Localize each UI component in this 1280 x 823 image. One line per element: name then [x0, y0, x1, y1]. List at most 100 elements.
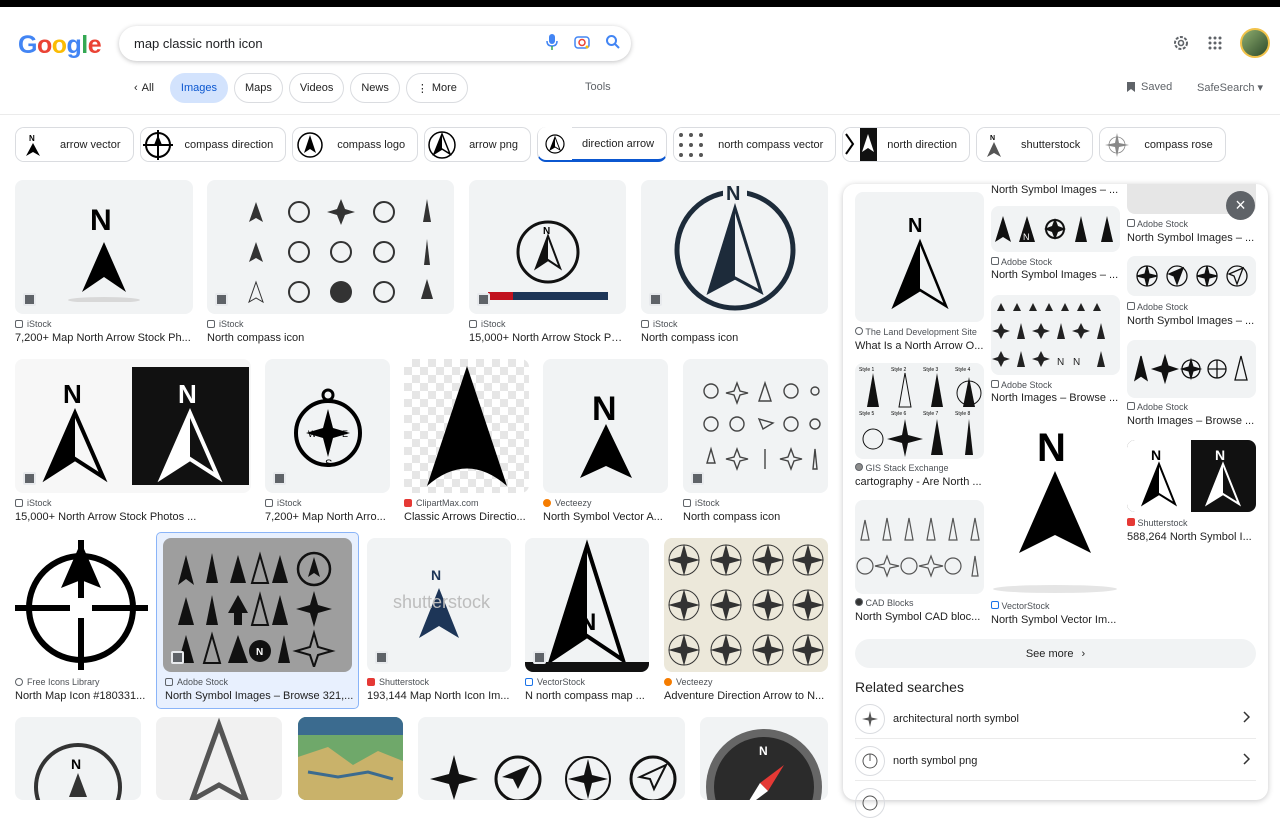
panel-image[interactable]: NN [1127, 440, 1256, 512]
panel-title[interactable]: North Symbol Images – ... [991, 269, 1120, 281]
panel-image[interactable]: N [991, 206, 1120, 252]
panel-title[interactable]: North Images – Browse ... [1127, 415, 1256, 427]
result-title[interactable]: Adventure Direction Arrow to N... [664, 690, 828, 702]
tools-button[interactable]: Tools [585, 81, 611, 93]
panel-title[interactable]: North Images – Browse ... [991, 392, 1120, 404]
chip-north-compass-vector[interactable]: north compass vector [673, 127, 837, 162]
tab-maps[interactable]: Maps [233, 73, 283, 103]
result-title[interactable]: North compass icon [207, 332, 454, 344]
result-card[interactable] [298, 717, 403, 800]
panel-title[interactable]: 588,264 North Symbol I... [1127, 531, 1256, 543]
panel-title[interactable]: North Symbol CAD bloc... [855, 611, 984, 623]
chip-compass-logo[interactable]: compass logo [292, 127, 419, 162]
result-title[interactable]: 15,000+ North Arrow Stock Ph... [469, 332, 626, 344]
result-image[interactable]: NN [15, 359, 251, 493]
close-panel-button[interactable]: × [1226, 191, 1255, 220]
chip-compass-rose[interactable]: compass rose [1099, 127, 1226, 162]
result-card[interactable]: Nshutterstock Shutterstock 193,144 Map N… [367, 538, 511, 708]
result-title[interactable]: N north compass map ... [525, 690, 649, 702]
panel-title[interactable]: North Symbol Images – ... [1127, 232, 1256, 244]
chip-direction-arrow[interactable]: direction arrow [536, 127, 668, 162]
result-card[interactable]: NN iStock 15,000+ North Arrow Stock Phot… [15, 359, 251, 529]
result-card[interactable]: W E S iStock 7,200+ Map North Arro... [265, 359, 390, 529]
tab-more[interactable]: ⋮ More [405, 73, 468, 103]
chip-shutterstock[interactable]: Nshutterstock [976, 127, 1094, 162]
result-title[interactable]: North compass icon [641, 332, 828, 344]
result-title[interactable]: North Symbol Images – Browse 321,... [165, 690, 355, 702]
panel-image[interactable]: N [991, 417, 1120, 595]
result-image[interactable]: N [163, 538, 352, 672]
saved-button[interactable]: Saved [1126, 81, 1172, 93]
result-image[interactable]: N [700, 717, 828, 800]
chip-arrow-vector[interactable]: Narrow vector [15, 127, 134, 162]
apps-grid-icon[interactable] [1208, 36, 1222, 50]
result-title[interactable]: North compass icon [683, 511, 828, 523]
result-card-selected[interactable]: N Adobe Stock North Symbol Images – Brow… [156, 532, 359, 709]
google-logo[interactable]: Google [18, 31, 102, 60]
result-card[interactable]: N Vecteezy North Symbol Vector A... [543, 359, 668, 529]
result-card[interactable]: Vecteezy Adventure Direction Arrow to N.… [664, 538, 828, 708]
panel-image[interactable]: NN [991, 295, 1120, 375]
result-image[interactable]: N [469, 180, 626, 314]
related-search-item[interactable] [855, 783, 1256, 823]
safesearch-dropdown[interactable]: SafeSearch ▾ [1197, 81, 1263, 94]
result-image[interactable]: N [525, 538, 649, 672]
result-title[interactable]: 7,200+ Map North Arrow Stock Ph... [15, 332, 193, 344]
result-image[interactable] [664, 538, 828, 672]
account-avatar[interactable] [1240, 28, 1270, 58]
result-image[interactable]: N [15, 717, 141, 800]
result-card[interactable]: N iStock North compass icon [641, 180, 828, 350]
result-card[interactable]: Free Icons Library North Map Icon #18033… [15, 538, 148, 708]
result-image[interactable]: N [543, 359, 668, 493]
result-image[interactable] [156, 717, 282, 800]
chip-north-direction[interactable]: north direction [842, 127, 970, 162]
result-image[interactable]: N [641, 180, 828, 314]
result-image[interactable] [683, 359, 828, 493]
search-icon[interactable] [605, 34, 621, 50]
tab-videos[interactable]: Videos [288, 73, 345, 103]
panel-title[interactable]: North Symbol Images – ... [991, 184, 1120, 196]
result-card[interactable]: iStock North compass icon [207, 180, 454, 350]
result-image[interactable] [404, 359, 529, 493]
result-card[interactable]: iStock North compass icon [683, 359, 828, 529]
result-image[interactable] [298, 717, 403, 800]
result-card[interactable]: N iStock 7,200+ Map North Arrow Stock Ph… [15, 180, 193, 350]
panel-image[interactable] [1127, 256, 1256, 296]
settings-gear-icon[interactable] [1172, 34, 1190, 52]
panel-image[interactable]: N [855, 192, 984, 322]
chip-arrow-png[interactable]: arrow png [424, 127, 531, 162]
search-input[interactable]: map classic north icon [134, 36, 263, 51]
result-image[interactable] [207, 180, 454, 314]
see-more-button[interactable]: See more › [855, 639, 1256, 668]
panel-title[interactable]: North Symbol Vector Im... [991, 614, 1120, 626]
panel-image[interactable] [1127, 340, 1256, 398]
result-title[interactable]: North Symbol Vector A... [543, 511, 668, 523]
chip-compass-direction[interactable]: compass direction [139, 127, 287, 162]
panel-image[interactable] [855, 500, 984, 594]
panel-title[interactable]: North Symbol Images – ... [1127, 315, 1256, 327]
result-image[interactable] [15, 538, 148, 672]
result-card[interactable]: N [15, 717, 141, 800]
result-image[interactable] [418, 717, 685, 800]
result-image[interactable]: Nshutterstock [367, 538, 511, 672]
microphone-icon[interactable] [545, 33, 559, 51]
result-title[interactable]: 193,144 Map North Icon Im... [367, 690, 511, 702]
tab-all[interactable]: ‹ All [124, 73, 164, 103]
result-card[interactable] [418, 717, 685, 800]
result-title[interactable]: North Map Icon #180331... [15, 690, 148, 702]
panel-title[interactable]: What Is a North Arrow O... [855, 340, 984, 352]
panel-image[interactable]: Style 1 Style 2 Style 3 Style 4 Style 5 Style… [855, 363, 984, 459]
search-box[interactable]: map classic north icon [119, 26, 631, 61]
tab-news[interactable]: News [350, 73, 400, 103]
related-search-item[interactable]: north symbol png [855, 741, 1256, 781]
result-title[interactable]: 7,200+ Map North Arro... [265, 511, 390, 523]
result-image[interactable]: N [15, 180, 193, 314]
result-image[interactable]: W E S [265, 359, 390, 493]
tab-images[interactable]: Images [169, 73, 228, 103]
panel-title[interactable]: cartography - Are North ... [855, 476, 984, 488]
result-card[interactable]: N iStock 15,000+ North Arrow Stock Ph... [469, 180, 626, 350]
result-card[interactable]: N [700, 717, 828, 800]
related-search-item[interactable]: architectural north symbol [855, 699, 1256, 739]
result-title[interactable]: Classic Arrows Directio... [404, 511, 529, 523]
result-title[interactable]: 15,000+ North Arrow Stock Photos ... [15, 511, 251, 523]
